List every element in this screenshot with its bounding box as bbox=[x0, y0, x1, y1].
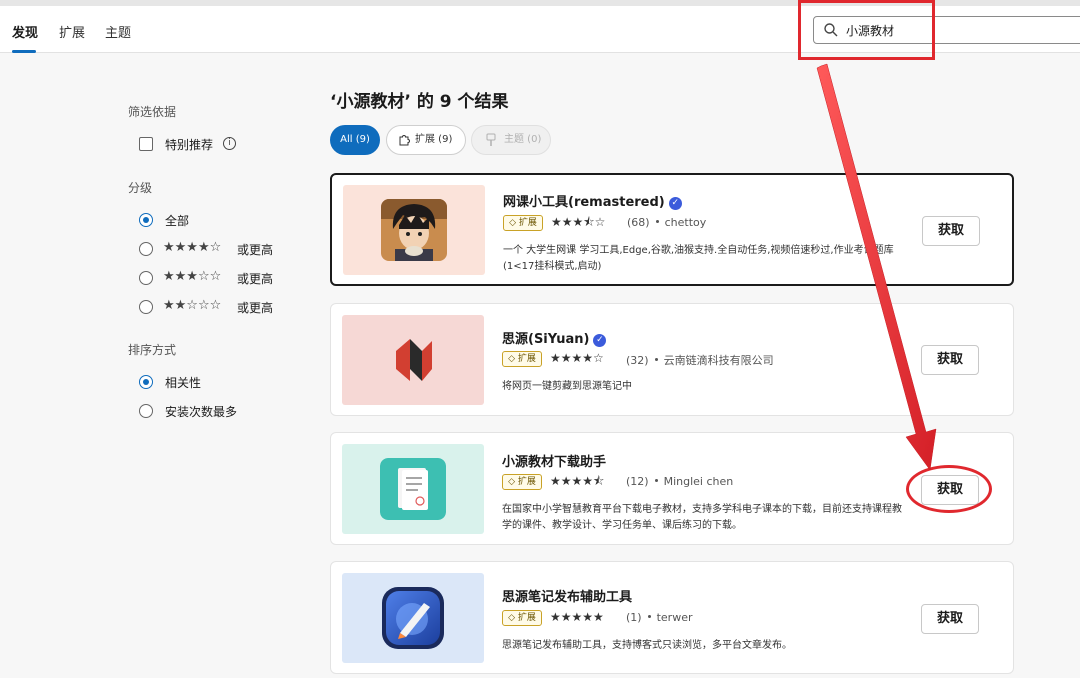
annotation-arrow bbox=[816, 63, 937, 471]
